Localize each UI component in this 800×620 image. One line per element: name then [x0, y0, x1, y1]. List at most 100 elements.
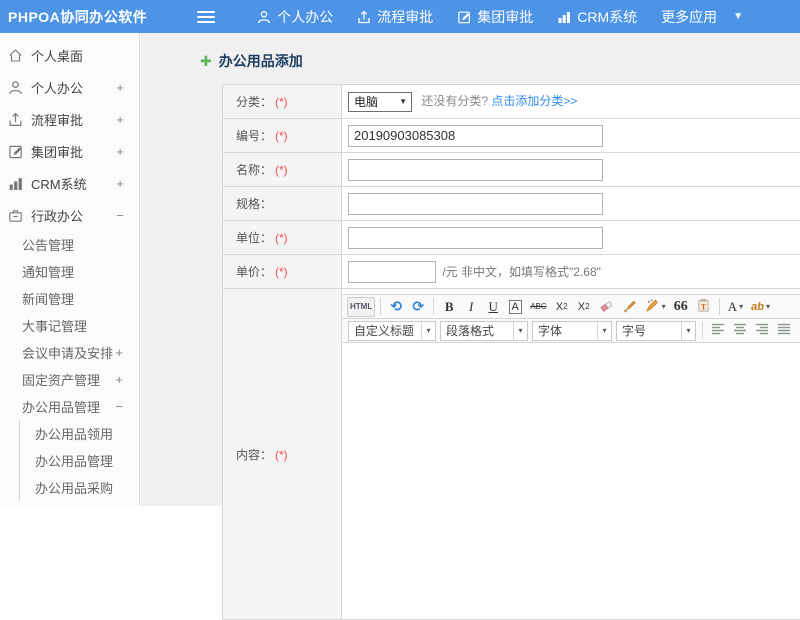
paste-plain-button[interactable]: T [693, 297, 714, 317]
blockquote-button[interactable]: 66 [671, 297, 691, 317]
sidebar-item-personal-desktop[interactable]: 个人桌面 [0, 39, 139, 71]
nav-label: 流程审批 [377, 7, 433, 27]
share-up-icon [8, 112, 23, 127]
unit-input[interactable] [348, 227, 603, 249]
paragraph-format-select[interactable]: 段落格式 ▾ [440, 321, 528, 341]
strikethrough-button[interactable]: ABC [527, 297, 549, 317]
italic-button[interactable]: I [461, 297, 481, 317]
required-mark: (*) [275, 95, 288, 109]
align-right-button[interactable] [752, 321, 772, 341]
expand-toggle[interactable]: + [116, 144, 124, 159]
font-size-select[interactable]: 字号 ▾ [616, 321, 696, 341]
nav-more-apps[interactable]: 更多应用 ▼ [649, 0, 755, 33]
align-justify-button[interactable] [774, 321, 794, 341]
caret-down-icon: ▾ [662, 302, 666, 311]
price-input[interactable] [348, 261, 436, 283]
underline-button[interactable]: U [483, 297, 503, 317]
name-input[interactable] [348, 159, 603, 181]
char-border-button[interactable]: A [505, 297, 525, 317]
sidebar-item-supplies-manage[interactable]: 办公用品管理 [20, 447, 139, 474]
sidebar-item-label: 会议申请及安排 [22, 343, 113, 362]
sidebar-item-label: 办公用品采购 [35, 478, 113, 497]
nav-group-approval[interactable]: 集团审批 [445, 0, 545, 33]
expand-toggle[interactable]: + [115, 345, 123, 360]
required-mark: (*) [275, 231, 288, 245]
custom-title-select[interactable]: 自定义标题 ▾ [348, 321, 436, 341]
source-code-button[interactable]: HTML [347, 297, 375, 317]
bold-button[interactable]: B [439, 297, 459, 317]
sidebar-item-meeting-mgmt[interactable]: 会议申请及安排 + [0, 339, 139, 366]
code-input[interactable] [348, 125, 603, 147]
sidebar-item-workflow-approval[interactable]: 流程审批 + [0, 103, 139, 135]
sidebar-item-label: 办公用品领用 [35, 424, 113, 443]
font-family-select[interactable]: 字体 ▾ [532, 321, 612, 341]
sidebar-item-announcement-mgmt[interactable]: 公告管理 [0, 231, 139, 258]
align-left-button[interactable] [708, 321, 728, 341]
sidebar-item-admin-office[interactable]: 行政办公 − [0, 199, 139, 231]
required-mark: (*) [275, 129, 288, 143]
sidebar-item-label: 固定资产管理 [22, 370, 100, 389]
page-title-text: 办公用品添加 [219, 51, 303, 71]
sidebar-item-office-supplies-mgmt[interactable]: 办公用品管理 − [0, 393, 139, 420]
align-justify-icon [777, 323, 791, 338]
form-row-category: 分类：(*) 电脑 ▼ 还没有分类? 点击添加分类>> [223, 85, 800, 119]
format-painter-button[interactable] [619, 297, 640, 317]
editor-content-area[interactable] [342, 343, 800, 619]
sidebar-item-label: 通知管理 [22, 262, 74, 281]
sidebar-item-fixed-assets-mgmt[interactable]: 固定资产管理 + [0, 366, 139, 393]
sidebar-item-group-approval[interactable]: 集团审批 + [0, 135, 139, 167]
sidebar-item-supplies-purchase[interactable]: 办公用品采购 [20, 474, 139, 501]
insert-link-button[interactable] [796, 321, 800, 341]
superscript-button[interactable]: X2 [552, 297, 572, 317]
price-label: 单价：(*) [223, 255, 342, 289]
caret-down-icon: ▾ [597, 322, 611, 340]
sidebar-item-events-mgmt[interactable]: 大事记管理 [0, 312, 139, 339]
expand-toggle[interactable]: + [116, 176, 124, 191]
sidebar-item-label: 集团审批 [31, 142, 83, 161]
user-icon [8, 80, 23, 95]
form-row-content: 内容：(*) HTML ⟲ ⟳ B I U A ABC [223, 289, 800, 620]
spec-label: 规格： [223, 187, 342, 221]
form-row-unit: 单位：(*) [223, 221, 800, 255]
sidebar-item-crm-system[interactable]: CRM系统 + [0, 167, 139, 199]
sidebar-item-news-mgmt[interactable]: 新闻管理 [0, 285, 139, 312]
add-category-link[interactable]: 点击添加分类>> [491, 94, 577, 108]
menu-toggle-icon[interactable] [197, 11, 215, 23]
form-row-code: 编号：(*) [223, 119, 800, 153]
highlight-pen-button[interactable]: ▾ [642, 297, 669, 317]
main-content: ✚ 办公用品添加 分类：(*) 电脑 ▼ 还没有分类? 点击添加分类>> 编号：… [141, 33, 800, 506]
expand-toggle[interactable]: + [116, 112, 124, 127]
spec-input[interactable] [348, 193, 603, 215]
font-color-button[interactable]: A ▾ [725, 297, 746, 317]
redo-icon[interactable]: ⟳ [412, 298, 424, 315]
code-label: 编号：(*) [223, 119, 342, 153]
background-color-button[interactable]: ab ▾ [748, 297, 773, 317]
app-logo[interactable]: PHPOA协同办公软件 [0, 7, 147, 27]
nav-personal-office[interactable]: 个人办公 [245, 0, 345, 33]
content-label: 内容：(*) [223, 289, 342, 620]
nav-label: 集团审批 [477, 7, 533, 27]
sidebar-item-notice-mgmt[interactable]: 通知管理 [0, 258, 139, 285]
category-note: 还没有分类? [421, 94, 488, 108]
nav-workflow-approval[interactable]: 流程审批 [345, 0, 445, 33]
editor-toolbar-row2: 自定义标题 ▾ 段落格式 ▾ 字体 ▾ 字号 ▾ [342, 319, 800, 343]
collapse-toggle[interactable]: − [116, 208, 124, 223]
expand-toggle[interactable]: + [116, 80, 124, 95]
nav-crm-system[interactable]: CRM系统 [545, 0, 649, 33]
clear-format-button[interactable] [596, 297, 617, 317]
subscript-button[interactable]: X2 [574, 297, 594, 317]
sidebar: 个人桌面 个人办公 + 流程审批 + 集团审批 + [0, 33, 140, 506]
sidebar-item-label: 新闻管理 [22, 289, 74, 308]
category-select[interactable]: 电脑 ▼ [348, 92, 412, 112]
select-caret-icon: ▼ [399, 97, 407, 106]
sidebar-item-personal-office[interactable]: 个人办公 + [0, 71, 139, 103]
sidebar-item-label: 公告管理 [22, 235, 74, 254]
collapse-toggle[interactable]: − [115, 399, 123, 414]
edit-icon [457, 10, 471, 24]
align-center-button[interactable] [730, 321, 750, 341]
rich-text-editor: HTML ⟲ ⟳ B I U A ABC X2 X2 [342, 294, 800, 619]
sidebar-item-label: 个人办公 [31, 78, 83, 97]
undo-icon[interactable]: ⟲ [390, 298, 402, 315]
sidebar-item-supplies-claim[interactable]: 办公用品领用 [20, 420, 139, 447]
expand-toggle[interactable]: + [115, 372, 123, 387]
